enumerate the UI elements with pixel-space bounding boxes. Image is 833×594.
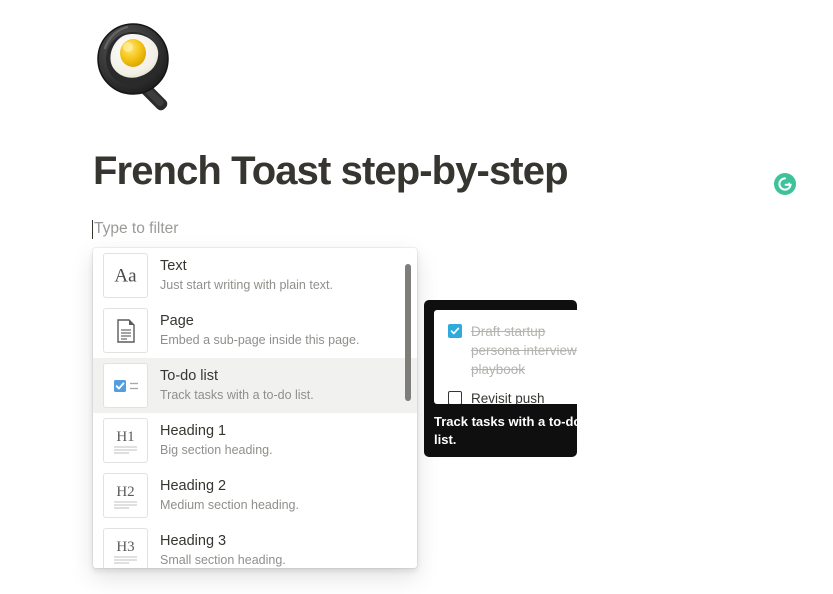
tooltip-caption: Track tasks with a to-do list. — [434, 414, 577, 447]
menu-item-description: Just start writing with plain text. — [160, 278, 333, 292]
menu-item-title: Page — [160, 313, 194, 329]
todo-preview-label: Revisit push notification strategy — [471, 391, 545, 404]
menu-item-h2-labels: Heading 2 Medium section heading. — [160, 477, 299, 514]
menu-item-title: Heading 3 — [160, 533, 227, 549]
filter-placeholder: Type to filter — [94, 220, 179, 237]
page-title[interactable]: French Toast step-by-step — [93, 145, 569, 197]
menu-item-title: Heading 1 — [160, 423, 227, 439]
block-preview-tooltip: Draft startup persona interview playbook… — [424, 300, 577, 457]
menu-item-heading-2[interactable]: H2 Heading 2 Medium section heading. — [93, 468, 417, 523]
menu-item-page-labels: Page Embed a sub-page inside this page. — [160, 312, 359, 349]
menu-item-title: Text — [160, 258, 187, 274]
svg-text:H1: H1 — [116, 429, 134, 445]
svg-text:Aa: Aa — [114, 266, 137, 287]
menu-item-heading-1[interactable]: H1 Heading 1 Big section heading. — [93, 413, 417, 468]
heading-2-icon: H2 — [103, 473, 148, 518]
menu-item-h3-labels: Heading 3 Small section heading. — [160, 532, 286, 568]
block-type-menu[interactable]: Aa Text Just start writing with plain te… — [93, 248, 417, 568]
menu-item-description: Track tasks with a to-do list. — [160, 388, 314, 402]
todo-checkbox-icon — [103, 363, 148, 408]
page-document-icon — [103, 308, 148, 353]
menu-item-todo-labels: To-do list Track tasks with a to-do list… — [160, 367, 314, 404]
menu-item-description: Medium section heading. — [160, 498, 299, 512]
svg-text:H2: H2 — [116, 484, 134, 500]
checkbox-checked-icon[interactable] — [448, 324, 462, 338]
menu-item-todo-list[interactable]: To-do list Track tasks with a to-do list… — [93, 358, 417, 413]
menu-item-title: Heading 2 — [160, 478, 227, 494]
menu-item-h1-labels: Heading 1 Big section heading. — [160, 422, 273, 459]
menu-scrollbar-thumb[interactable] — [405, 264, 411, 401]
menu-item-heading-3[interactable]: H3 Heading 3 Small section heading. — [93, 523, 417, 568]
checkbox-unchecked-icon[interactable] — [448, 391, 462, 404]
block-type-list: Aa Text Just start writing with plain te… — [93, 248, 417, 568]
menu-item-page[interactable]: Page Embed a sub-page inside this page. — [93, 303, 417, 358]
text-caret — [92, 219, 93, 239]
svg-text:H3: H3 — [116, 539, 134, 555]
menu-item-description: Small section heading. — [160, 553, 286, 567]
filter-input[interactable]: Type to filter — [92, 216, 422, 242]
menu-item-description: Embed a sub-page inside this page. — [160, 333, 360, 347]
heading-1-icon: H1 — [103, 418, 148, 463]
text-aa-icon: Aa — [103, 253, 148, 298]
notion-page: French Toast step-by-step Type to filter… — [0, 0, 833, 594]
todo-preview-label: Draft startup persona interview playbook — [471, 324, 577, 377]
menu-item-text[interactable]: Aa Text Just start writing with plain te… — [93, 248, 417, 303]
menu-item-text-labels: Text Just start writing with plain text. — [160, 257, 333, 294]
todo-preview-row: Draft startup persona interview playbook — [448, 322, 577, 379]
todo-preview-card: Draft startup persona interview playbook… — [434, 310, 577, 404]
heading-3-icon: H3 — [103, 528, 148, 568]
menu-item-description: Big section heading. — [160, 443, 273, 457]
fried-egg-in-pan-emoji[interactable] — [93, 22, 185, 114]
menu-item-title: To-do list — [160, 368, 219, 384]
grammarly-g-icon[interactable] — [774, 173, 796, 195]
todo-preview-row: Revisit push notification strategy — [448, 389, 577, 404]
